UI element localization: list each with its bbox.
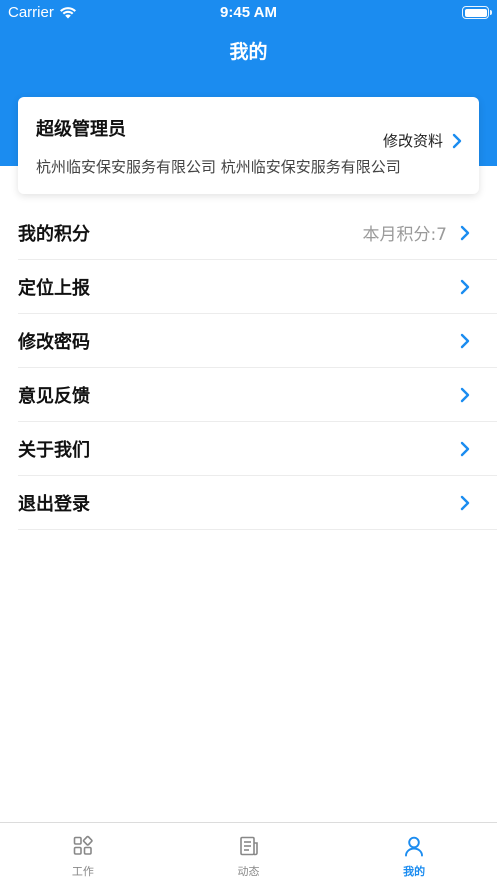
menu-item-label: 我的积分	[18, 223, 90, 245]
tab-label: 我的	[403, 865, 426, 878]
tab-bar: 工作 动态 我的	[0, 822, 497, 883]
menu-item-right: 本月积分:7	[362, 220, 471, 245]
chevron-right-icon	[460, 333, 470, 348]
menu-item-about-us[interactable]: 关于我们	[18, 422, 497, 476]
menu-item-location-report[interactable]: 定位上报	[18, 260, 497, 314]
chevron-right-icon	[460, 387, 470, 402]
profile-card: 超级管理员 修改资料 杭州临安保安服务有限公司 杭州临安保安服务有限公司	[18, 97, 479, 194]
chevron-right-icon	[460, 279, 470, 294]
chevron-right-icon	[460, 495, 470, 510]
tab-label: 工作	[71, 865, 94, 878]
battery-fill	[464, 8, 487, 17]
chevron-right-icon	[452, 133, 462, 148]
tab-label: 动态	[237, 865, 260, 878]
profile-company: 杭州临安保安服务有限公司 杭州临安保安服务有限公司	[36, 158, 401, 176]
status-time: 9:45 AM	[220, 4, 277, 21]
settings-menu: 我的积分 本月积分:7 定位上报 修改密码 意见反馈 关于我们 退出登录	[18, 206, 497, 530]
status-bar: Carrier 9:45 AM	[0, 0, 497, 26]
news-icon	[239, 836, 258, 856]
tab-mine[interactable]: 我的	[331, 823, 497, 883]
menu-item-label: 定位上报	[18, 277, 90, 299]
menu-item-change-password[interactable]: 修改密码	[18, 314, 497, 368]
grid-icon	[73, 835, 93, 855]
menu-item-label: 意见反馈	[18, 385, 90, 407]
menu-item-feedback[interactable]: 意见反馈	[18, 368, 497, 422]
menu-item-logout[interactable]: 退出登录	[18, 476, 497, 530]
chevron-right-icon	[460, 225, 470, 240]
menu-item-label: 关于我们	[18, 439, 90, 461]
battery-icon	[462, 6, 492, 19]
profile-name: 超级管理员	[36, 119, 126, 140]
menu-item-points[interactable]: 我的积分 本月积分:7	[18, 206, 497, 260]
edit-profile-label: 修改资料	[382, 132, 443, 150]
menu-item-label: 修改密码	[18, 331, 90, 353]
chevron-right-icon	[460, 441, 470, 456]
page-title: 我的	[229, 41, 268, 63]
tab-work[interactable]: 工作	[0, 823, 166, 883]
points-value: 本月积分:7	[362, 225, 447, 245]
tab-news[interactable]: 动态	[166, 823, 332, 883]
edit-profile-button[interactable]: 修改资料	[383, 130, 463, 151]
menu-item-label: 退出登录	[18, 493, 90, 515]
person-icon	[405, 836, 424, 857]
